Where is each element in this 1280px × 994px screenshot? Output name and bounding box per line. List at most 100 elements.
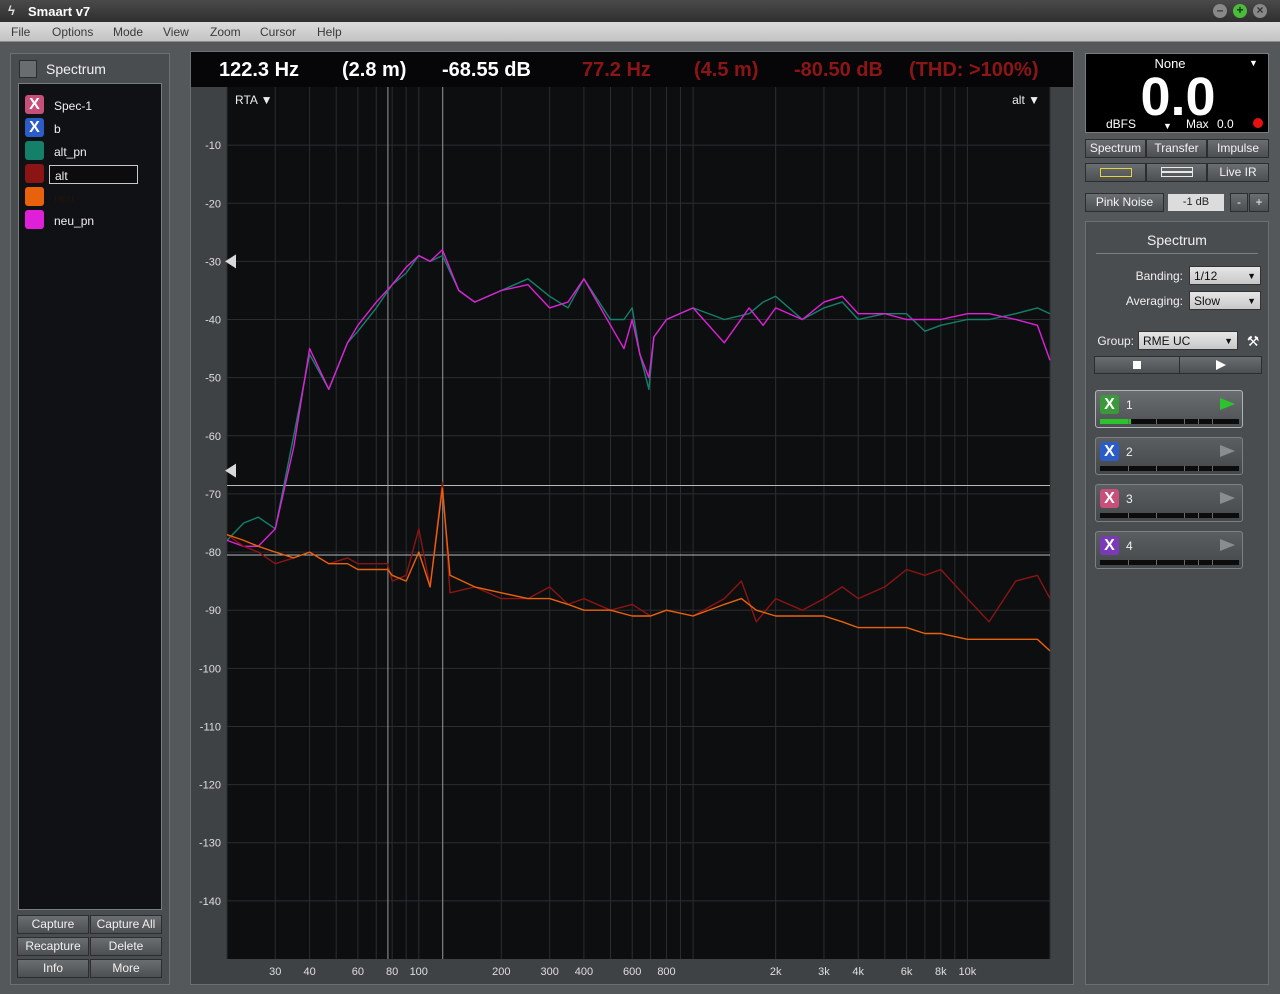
trace-label: b bbox=[54, 122, 61, 136]
x-tick-label: 200 bbox=[492, 966, 510, 978]
trace-hidden-icon[interactable]: X bbox=[25, 95, 44, 114]
menu-bar: File Options Mode View Zoom Cursor Help bbox=[0, 22, 1280, 42]
x-tick-label: 3k bbox=[818, 966, 830, 978]
level-meter[interactable]: None ▼ 0.0 dBFS ▼ Max 0.0 bbox=[1085, 53, 1269, 133]
averaging-select[interactable]: Slow ▼ bbox=[1189, 291, 1261, 310]
trace-name-input[interactable]: alt bbox=[49, 165, 138, 184]
app-window: ϟ Smaart v7 – + × File Options Mode View… bbox=[0, 0, 1280, 994]
generator-minus-button[interactable]: - bbox=[1230, 193, 1248, 212]
channel-toggle-icon[interactable]: X bbox=[1100, 395, 1119, 414]
generator-level[interactable]: -1 dB bbox=[1168, 194, 1224, 211]
channel-run-icon[interactable] bbox=[1220, 539, 1235, 551]
channel-toggle-icon[interactable]: X bbox=[1100, 489, 1119, 508]
x-tick-label: 6k bbox=[901, 966, 913, 978]
trace-color-swatch[interactable] bbox=[25, 187, 44, 206]
title-bar: ϟ Smaart v7 – + × bbox=[0, 0, 1280, 22]
capture-button[interactable]: Capture bbox=[17, 915, 89, 934]
maximize-button[interactable]: + bbox=[1233, 4, 1247, 18]
delete-button[interactable]: Delete bbox=[90, 937, 162, 956]
clip-indicator-icon[interactable] bbox=[1253, 118, 1263, 128]
banding-value: 1/12 bbox=[1194, 269, 1218, 283]
capture-all-button[interactable]: Capture All bbox=[90, 915, 162, 934]
menu-options[interactable]: Options bbox=[52, 25, 93, 39]
locked-cursor-distance: (4.5 m) bbox=[694, 59, 759, 81]
cursor-level: -68.55 dB bbox=[442, 59, 531, 81]
tab-impulse[interactable]: Impulse bbox=[1207, 139, 1269, 158]
caret-down-icon[interactable]: ▼ bbox=[1163, 121, 1172, 131]
menu-file[interactable]: File bbox=[11, 25, 30, 39]
x-tick-label: 8k bbox=[935, 966, 947, 978]
stop-button[interactable] bbox=[1095, 357, 1179, 373]
trace-color-swatch[interactable] bbox=[25, 141, 44, 160]
spectrum-settings-panel: Spectrum Banding: 1/12 ▼ Averaging: Slow… bbox=[1085, 221, 1269, 985]
recapture-button[interactable]: Recapture bbox=[17, 937, 89, 956]
channel-toggle-icon[interactable]: X bbox=[1100, 536, 1119, 555]
minimize-button[interactable]: – bbox=[1213, 4, 1227, 18]
smaart-logo-icon: ϟ bbox=[8, 3, 15, 18]
y-tick-label: -130 bbox=[199, 838, 221, 850]
channel-level-meter bbox=[1100, 419, 1239, 424]
trace-select-menu[interactable]: alt ▼ bbox=[1012, 93, 1040, 107]
dual-view-button[interactable] bbox=[1146, 163, 1207, 182]
close-button[interactable]: × bbox=[1253, 4, 1267, 18]
more-button[interactable]: More bbox=[90, 959, 162, 978]
cursor-distance: (2.8 m) bbox=[342, 59, 407, 81]
x-tick-label: 10k bbox=[959, 966, 977, 978]
meter-tick bbox=[1184, 419, 1185, 424]
y-tick-label: -120 bbox=[199, 780, 221, 792]
trace-hidden-icon[interactable]: X bbox=[25, 118, 44, 137]
channel-run-icon[interactable] bbox=[1220, 398, 1235, 410]
tab-transfer[interactable]: Transfer bbox=[1146, 139, 1207, 158]
live-ir-button[interactable]: Live IR bbox=[1207, 163, 1269, 182]
info-button[interactable]: Info bbox=[17, 959, 89, 978]
banding-select[interactable]: 1/12 ▼ bbox=[1189, 266, 1261, 285]
menu-zoom[interactable]: Zoom bbox=[210, 25, 241, 39]
settings-title: Spectrum bbox=[1147, 232, 1207, 248]
channel-run-icon[interactable] bbox=[1220, 492, 1235, 504]
channel-strip-1[interactable]: X1 bbox=[1095, 390, 1243, 428]
channel-run-icon[interactable] bbox=[1220, 445, 1235, 457]
trace-item-neu[interactable]: neu bbox=[19, 186, 161, 208]
plot-area[interactable]: -10 -20 -30 -40 -50 -60 -70 -80 -90 -100 -110 -120 -… bbox=[191, 87, 1073, 984]
group-select[interactable]: RME UC ▼ bbox=[1138, 331, 1238, 350]
menu-mode[interactable]: Mode bbox=[113, 25, 143, 39]
spectrum-graph-frame: 122.3 Hz (2.8 m) -68.55 dB 77.2 Hz (4.5 … bbox=[190, 51, 1074, 985]
generator-plus-button[interactable]: + bbox=[1249, 193, 1269, 212]
x-tick-label: 4k bbox=[852, 966, 864, 978]
trace-item-alt-pn[interactable]: alt_pn bbox=[19, 140, 161, 162]
trace-label: neu bbox=[54, 191, 75, 205]
meter-tick bbox=[1212, 513, 1213, 518]
meter-tick bbox=[1198, 466, 1199, 471]
channel-strip-3[interactable]: X3 bbox=[1095, 484, 1243, 522]
meter-tick bbox=[1156, 560, 1157, 565]
trace-color-swatch[interactable] bbox=[25, 164, 44, 183]
cursor-frequency: 122.3 Hz bbox=[219, 59, 300, 81]
channel-strip-2[interactable]: X2 bbox=[1095, 437, 1243, 475]
trace-item-alt[interactable]: alt bbox=[19, 163, 161, 185]
menu-view[interactable]: View bbox=[163, 25, 189, 39]
pink-noise-button[interactable]: Pink Noise bbox=[1085, 193, 1164, 212]
tab-spectrum[interactable]: Spectrum bbox=[1085, 139, 1146, 158]
single-view-button[interactable] bbox=[1085, 163, 1146, 182]
panel-collapse-button[interactable] bbox=[19, 60, 37, 78]
trace-item-neu-pn[interactable]: neu_pn bbox=[19, 209, 161, 231]
trace-item-b[interactable]: X b bbox=[19, 117, 161, 139]
menu-cursor[interactable]: Cursor bbox=[260, 25, 296, 39]
channel-toggle-icon[interactable]: X bbox=[1100, 442, 1119, 461]
locked-cursor-frequency: 77.2 Hz bbox=[582, 59, 651, 81]
trace-item-spec-1[interactable]: X Spec-1 bbox=[19, 94, 161, 116]
channel-strip-4[interactable]: X4 bbox=[1095, 531, 1243, 569]
meter-tick bbox=[1212, 419, 1213, 424]
trace-color-swatch[interactable] bbox=[25, 210, 44, 229]
play-button[interactable] bbox=[1179, 357, 1261, 373]
spectrum-plot[interactable]: -10 -20 -30 -40 -50 -60 -70 -80 -90 -100 -110 -120 -… bbox=[191, 87, 1073, 984]
rta-menu[interactable]: RTA ▼ bbox=[235, 93, 272, 107]
panel-title: Spectrum bbox=[46, 61, 106, 77]
thd-readout: (THD: >100%) bbox=[909, 59, 1039, 81]
y-tick-label: -80 bbox=[205, 547, 221, 559]
tools-icon[interactable]: ⚒ bbox=[1244, 332, 1262, 350]
averaging-value: Slow bbox=[1194, 294, 1221, 308]
menu-help[interactable]: Help bbox=[317, 25, 342, 39]
meter-unit[interactable]: dBFS bbox=[1106, 117, 1136, 131]
trace-label: neu_pn bbox=[54, 214, 95, 228]
